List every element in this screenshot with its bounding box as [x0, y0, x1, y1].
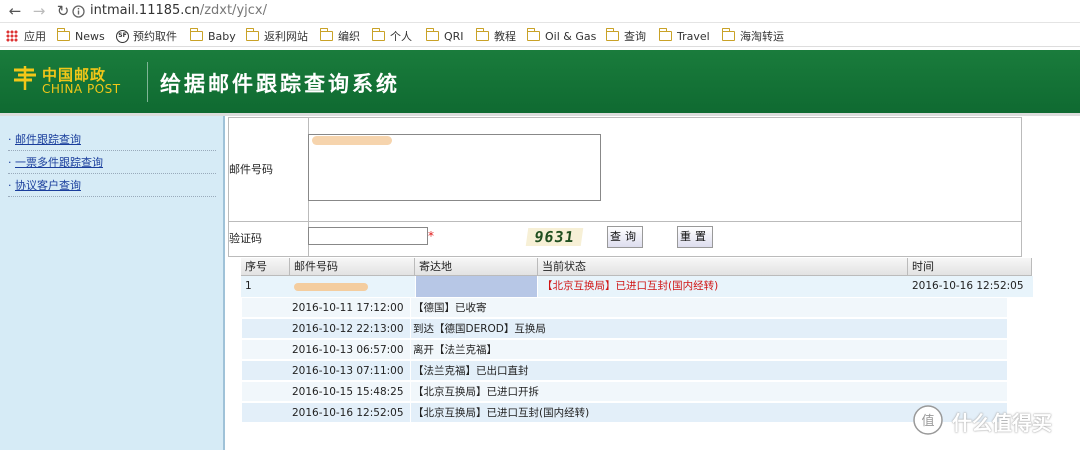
bookmark-query[interactable]: 查询 — [605, 28, 646, 44]
sidebar-link[interactable]: 一票多件跟踪查询 — [15, 156, 103, 169]
folder-icon — [526, 28, 540, 41]
detail-time: 2016-10-11 17:12:00 — [292, 302, 404, 314]
detail-time: 2016-10-12 22:13:00 — [292, 323, 404, 335]
page-title: 给据邮件跟踪查询系统 — [160, 71, 400, 96]
folder-icon — [371, 28, 385, 41]
bookmark-label: 应用 — [24, 30, 46, 43]
detail-row: 2016-10-16 12:52:05 【北京互换局】已进口互封(国内经转) — [242, 403, 1007, 423]
bookmark-knit[interactable]: 编织 — [319, 28, 360, 44]
folder-icon — [475, 28, 489, 41]
col-header-mail-number: 邮件号码 — [290, 258, 415, 276]
logo-english-text: CHINA POST — [42, 82, 121, 96]
bookmark-apps[interactable]: 应用 — [6, 28, 46, 44]
bookmark-label: QRI — [444, 29, 464, 43]
detail-time: 2016-10-15 15:48:25 — [292, 386, 404, 398]
folder-icon — [56, 28, 70, 41]
apps-grid-icon — [6, 30, 18, 42]
detail-desc: 离开【法兰克福】 — [413, 344, 497, 356]
detail-desc: 【法兰克福】已出口直封 — [413, 365, 529, 377]
watermark-text: 什么值得买 — [952, 411, 1052, 435]
col-header-index: 序号 — [241, 258, 290, 276]
bookmark-haitao[interactable]: 海淘转运 — [721, 28, 784, 44]
svg-text:值: 值 — [921, 413, 934, 429]
detail-row: 2016-10-15 15:48:25 【北京互换局】已进口开拆 — [242, 382, 1007, 402]
captcha-image[interactable]: 9631 — [525, 228, 584, 246]
cell-index: 1 — [241, 276, 290, 297]
bookmark-label: 个人 — [390, 30, 412, 43]
detail-row: 2016-10-13 07:11:00 【法兰克福】已出口直封 — [242, 361, 1007, 381]
bookmark-label: 返利网站 — [264, 30, 308, 43]
col-header-destination: 寄达地 — [415, 258, 538, 276]
bookmark-personal[interactable]: 个人 — [371, 28, 412, 44]
folder-icon — [658, 28, 672, 41]
back-icon[interactable]: ← — [6, 2, 24, 20]
bookmark-sf[interactable]: SF 预约取件 — [116, 28, 177, 44]
banner-divider — [147, 62, 148, 102]
bookmark-news[interactable]: News — [56, 28, 105, 44]
captcha-label: 验证码 — [229, 232, 262, 245]
sf-express-icon: SF — [116, 29, 129, 43]
bookmark-label: Oil & Gas — [545, 29, 597, 43]
detail-time: 2016-10-13 07:11:00 — [292, 365, 404, 377]
detail-desc: 【北京互换局】已进口互封(国内经转) — [413, 407, 590, 419]
sidebar-item-agreement-client[interactable]: · 协议客户查询 — [8, 175, 216, 197]
folder-icon — [605, 28, 619, 41]
reload-icon[interactable]: ↻ — [54, 2, 72, 20]
cell-destination — [416, 276, 537, 297]
cell-time: 2016-10-16 12:52:05 — [908, 276, 1033, 297]
bookmark-oil-gas[interactable]: Oil & Gas — [526, 28, 597, 44]
bookmark-label: Travel — [677, 29, 710, 43]
url-field[interactable]: intmail.11185.cn/zdxt/yjcx/ — [90, 3, 267, 18]
folder-icon — [189, 28, 203, 41]
bookmarks-bar: 应用 News SF 预约取件 Baby 返利网站 编织 个人 QRI 教程 Oi… — [0, 24, 1080, 47]
folder-icon — [245, 28, 259, 41]
bookmark-label: 海淘转运 — [740, 30, 784, 43]
detail-desc: 【北京互换局】已进口开拆 — [413, 386, 539, 398]
detail-desc: 到达【德国DEROD】互换局 — [413, 323, 546, 335]
bookmark-qri[interactable]: QRI — [425, 28, 464, 44]
bookmark-travel[interactable]: Travel — [658, 28, 710, 44]
sidebar-link[interactable]: 协议客户查询 — [15, 179, 81, 192]
redacted-mail-number — [294, 283, 368, 291]
mail-number-label: 邮件号码 — [229, 163, 273, 176]
url-host: intmail.11185.cn — [90, 3, 200, 18]
query-button[interactable]: 查询 — [607, 226, 643, 248]
captcha-input[interactable] — [308, 227, 428, 245]
folder-icon — [721, 28, 735, 41]
info-icon[interactable] — [72, 5, 85, 18]
url-path: /zdxt/yjcx/ — [199, 3, 267, 18]
sidebar-item-mail-tracking[interactable]: · 邮件跟踪查询 — [8, 129, 216, 151]
col-header-status: 当前状态 — [538, 258, 908, 276]
detail-row: 2016-10-11 17:12:00 【德国】已收寄 — [242, 298, 1007, 318]
reset-button[interactable]: 重置 — [677, 226, 713, 248]
bookmark-label: Baby — [208, 29, 236, 43]
bookmark-rebate[interactable]: 返利网站 — [245, 28, 308, 44]
china-post-logo-icon — [14, 66, 36, 90]
folder-icon — [319, 28, 333, 41]
form-divider — [229, 221, 1021, 222]
folder-icon — [425, 28, 439, 41]
forward-icon[interactable]: → — [30, 2, 48, 20]
detail-row: 2016-10-13 06:57:00 离开【法兰克福】 — [242, 340, 1007, 360]
bookmark-label: 预约取件 — [133, 30, 177, 43]
detail-time: 2016-10-16 12:52:05 — [292, 407, 404, 419]
bookmark-label: News — [75, 29, 105, 43]
detail-desc: 【德国】已收寄 — [413, 302, 487, 314]
sidebar-item-multi-tracking[interactable]: · 一票多件跟踪查询 — [8, 152, 216, 174]
cell-status: 【北京互换局】已进口互封(国内经转) — [538, 276, 908, 297]
redacted-mail-number — [312, 136, 392, 145]
col-header-time: 时间 — [908, 258, 1032, 276]
bookmark-label: 编织 — [338, 30, 360, 43]
smzdm-logo-icon: 值 — [913, 405, 943, 435]
required-mark: * — [428, 229, 434, 243]
address-bar: ← → ↻ intmail.11185.cn/zdxt/yjcx/ — [0, 0, 1080, 23]
bookmark-label: 查询 — [624, 30, 646, 43]
bookmark-label: 教程 — [494, 30, 516, 43]
bookmark-tutorial[interactable]: 教程 — [475, 28, 516, 44]
detail-time: 2016-10-13 06:57:00 — [292, 344, 404, 356]
detail-row: 2016-10-12 22:13:00 到达【德国DEROD】互换局 — [242, 319, 1007, 339]
sidebar-link[interactable]: 邮件跟踪查询 — [15, 133, 81, 146]
bookmark-baby[interactable]: Baby — [189, 28, 236, 44]
